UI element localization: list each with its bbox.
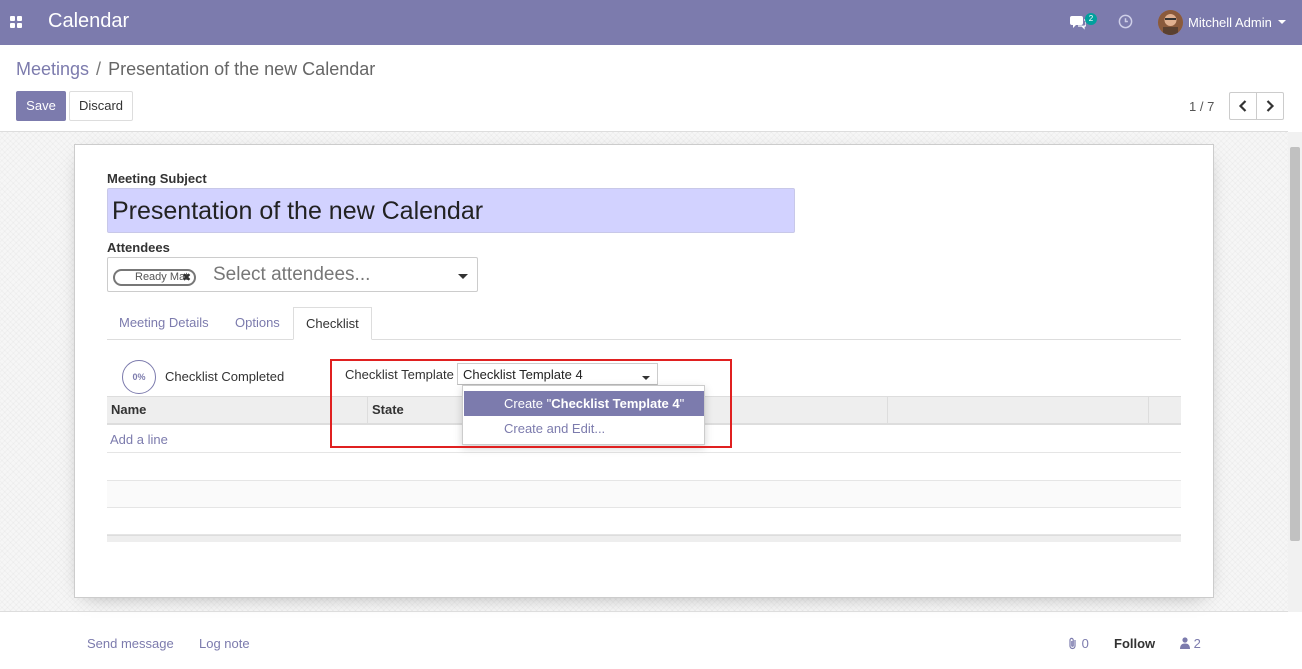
followers-button[interactable]: 2	[1180, 636, 1201, 651]
checklist-completed-label: Checklist Completed	[165, 369, 285, 384]
attachments-button[interactable]: 0	[1068, 636, 1089, 651]
save-button[interactable]: Save	[16, 91, 66, 121]
user-name[interactable]: Mitchell Admin	[1188, 15, 1272, 30]
send-message-button[interactable]: Send message	[87, 636, 174, 651]
highlight-annotation-box	[330, 359, 732, 448]
column-header-name[interactable]: Name	[107, 397, 368, 424]
column-header-empty	[888, 397, 1149, 424]
user-menu-caret-icon[interactable]	[1278, 20, 1286, 24]
breadcrumb-separator: /	[96, 59, 102, 79]
table-footer	[107, 535, 1181, 542]
attendee-tag[interactable]: Ready Mat ✖	[113, 269, 197, 286]
table-row	[107, 481, 1181, 508]
chat-badge: 2	[1085, 13, 1097, 25]
attendees-label: Attendees	[107, 240, 170, 255]
discard-button[interactable]: Discard	[69, 91, 133, 121]
remove-tag-icon[interactable]: ✖	[182, 272, 191, 285]
apps-menu-icon[interactable]	[10, 16, 22, 28]
chatter-divider	[0, 611, 1288, 612]
table-row	[107, 508, 1181, 535]
table-row	[107, 453, 1181, 481]
add-a-line-link[interactable]: Add a line	[110, 432, 168, 447]
paperclip-icon	[1069, 637, 1076, 650]
app-title[interactable]: Calendar	[48, 10, 129, 33]
tab-options[interactable]: Options	[223, 307, 292, 340]
follow-button[interactable]: Follow	[1114, 636, 1155, 651]
tab-meeting-details[interactable]: Meeting Details	[107, 307, 221, 340]
breadcrumb: Meetings / Presentation of the new Calenda…	[16, 59, 375, 80]
followers-count: 2	[1193, 636, 1201, 651]
breadcrumb-current: Presentation of the new Calendar	[108, 59, 376, 79]
attendees-dropdown-caret-icon[interactable]	[458, 274, 468, 279]
user-avatar[interactable]	[1158, 10, 1183, 35]
log-note-button[interactable]: Log note	[199, 636, 250, 651]
pager-next-button[interactable]	[1256, 92, 1284, 120]
attachments-count: 0	[1081, 636, 1089, 651]
chat-icon[interactable]	[1070, 14, 1086, 30]
attendees-field[interactable]: Ready Mat ✖ Select attendees...	[107, 257, 478, 292]
breadcrumb-meetings-link[interactable]: Meetings	[16, 59, 89, 79]
attendees-placeholder: Select attendees...	[213, 264, 371, 285]
subject-label: Meeting Subject	[107, 171, 207, 186]
user-icon	[1180, 637, 1190, 649]
pager-value[interactable]: 1 / 7	[1189, 99, 1214, 114]
checklist-progress-circle: 0%	[122, 360, 156, 394]
chevron-left-icon	[1238, 100, 1247, 112]
tab-checklist[interactable]: Checklist	[293, 307, 372, 340]
scrollbar-thumb[interactable]	[1290, 147, 1300, 541]
top-navbar: Calendar 2 Mitchell Admin	[0, 0, 1302, 45]
subject-input[interactable]: Presentation of the new Calendar	[107, 188, 795, 233]
pager-previous-button[interactable]	[1229, 92, 1257, 120]
attendee-tag-label: Ready Mat	[135, 271, 189, 283]
chevron-right-icon	[1266, 100, 1275, 112]
activity-clock-icon[interactable]	[1118, 14, 1133, 29]
